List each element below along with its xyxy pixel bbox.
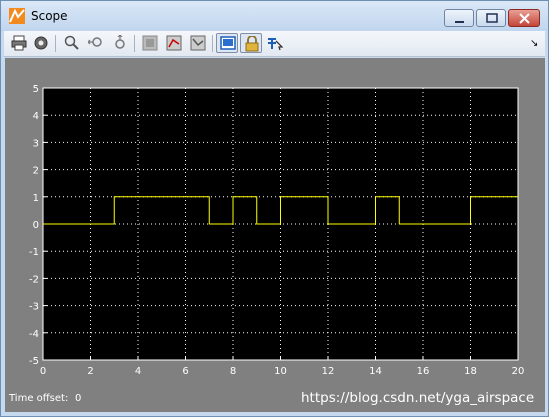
restore-axes-button[interactable] [187,33,209,53]
close-button[interactable] [508,9,540,27]
x-tick-label: 8 [230,366,236,377]
x-tick-label: 4 [135,366,141,377]
x-tick-label: 16 [417,366,430,377]
title-bar[interactable]: Scope [1,1,548,31]
zoom-y-icon [115,35,125,49]
print-button[interactable] [8,33,30,53]
maximize-icon [486,13,498,23]
zoom-x-button[interactable] [85,33,107,53]
y-tick-label: -5 [29,356,39,367]
x-tick-label: 20 [512,366,525,377]
signal-selector-icon [268,38,283,51]
toolbar-separator [212,35,213,52]
y-tick-label: -4 [29,329,39,340]
toolbar: ↘ [4,31,545,57]
maximize-button[interactable] [476,9,506,27]
autoscale-button[interactable] [139,33,161,53]
lock-axes-button[interactable] [240,33,262,53]
lock-axes-icon [245,36,259,52]
y-tick-label: 5 [33,84,39,95]
scope-plot[interactable]: 0 2 4 6 8 10 12 14 16 18 20543210-1-2-3-4-5 [5,58,545,412]
watermark-text: https://blog.csdn.net/yga_airspace [301,390,535,406]
x-tick-label: 2 [87,366,93,377]
y-tick-label: 0 [33,220,39,231]
scope-app-icon [9,8,25,24]
toolbar-separator [55,35,56,52]
scope-window: Scope ↘ 0 2 4 6 8 10 12 14 16 18 20 5 4 … [0,0,549,417]
x-tick-label: 12 [322,366,335,377]
floating-scope-button[interactable] [216,33,238,53]
y-tick-label: 2 [33,166,39,177]
y-tick-label: -2 [29,274,39,285]
x-tick-label: 6 [182,366,188,377]
x-tick-label: 10 [274,366,287,377]
dock-arrow-icon[interactable]: ↘ [530,38,538,49]
y-tick-label: -3 [29,302,39,313]
zoom-y-button[interactable] [109,33,131,53]
print-icon [11,35,27,51]
signal-selector-button[interactable] [264,33,286,53]
time-offset-value: 0 [75,393,82,404]
plot-area: 0 2 4 6 8 10 12 14 16 18 20 5 4 3 2 1 0 -1 -2 -3 -4 -5 Time o… [5,58,545,412]
x-tick-label: 0 [40,366,46,377]
parameters-button[interactable] [30,33,52,53]
close-icon [519,13,530,24]
minimize-icon [455,21,464,23]
window-title: Scope [31,9,68,23]
zoom-button[interactable] [61,33,83,53]
minimize-button[interactable] [444,9,474,27]
y-tick-label: 1 [33,193,39,204]
save-axes-button[interactable] [163,33,185,53]
floating-scope-icon [220,36,236,50]
x-tick-label: 18 [464,366,477,377]
toolbar-separator [134,35,135,52]
parameters-icon [34,36,48,50]
time-offset-label: Time offset: [9,393,69,404]
restore-axes-icon [190,35,206,51]
y-tick-label: -1 [29,247,39,258]
zoom-icon [64,35,79,50]
x-tick-label: 14 [369,366,382,377]
autoscale-icon [142,35,158,51]
zoom-x-icon [88,37,102,47]
y-tick-label: 3 [33,138,39,149]
y-tick-label: 4 [33,111,39,122]
save-axes-icon [166,35,182,51]
